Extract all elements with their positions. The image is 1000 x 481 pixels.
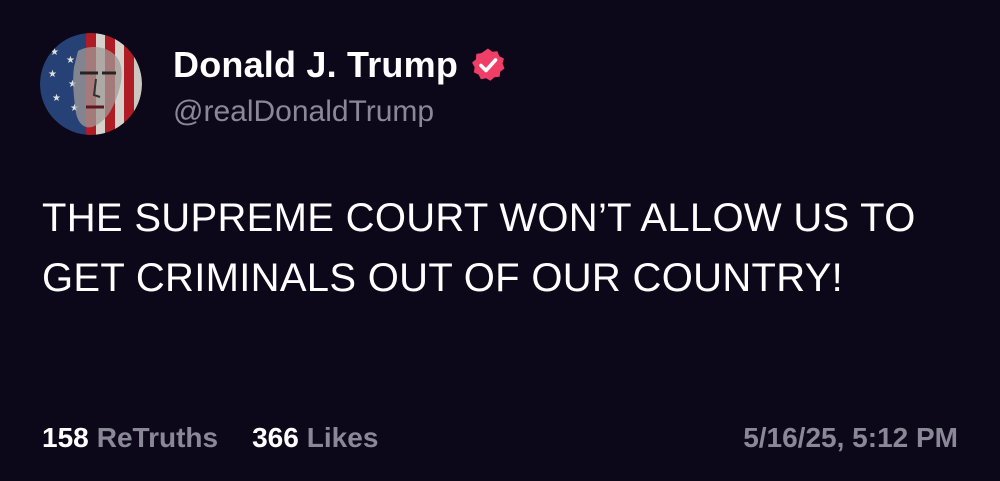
- likes-label: Likes: [306, 422, 379, 453]
- post-footer: 158 ReTruths 366 Likes 5/16/25, 5:12 PM: [42, 418, 958, 458]
- retruths-label: ReTruths: [96, 422, 219, 453]
- avatar-flag-portrait-icon: ★ ★ ★ ★ ★ ★: [40, 33, 142, 135]
- likes-count: 366: [252, 422, 299, 453]
- author-handle[interactable]: @realDonaldTrump: [173, 95, 434, 129]
- retruths-stat[interactable]: 158 ReTruths: [42, 422, 218, 454]
- retruths-count: 158: [42, 422, 89, 453]
- post-text: THE SUPREME COURT WON’T ALLOW US TO GET …: [42, 196, 916, 300]
- author-name-row: Donald J. Trump: [173, 40, 506, 90]
- post-card: ★ ★ ★ ★ ★ ★ Donald J. Trump @realDonaldT…: [0, 0, 1000, 481]
- author-display-name[interactable]: Donald J. Trump: [173, 44, 458, 86]
- verified-badge-icon: [472, 48, 505, 81]
- likes-stat[interactable]: 366 Likes: [252, 422, 378, 454]
- post-timestamp[interactable]: 5/16/25, 5:12 PM: [743, 422, 958, 454]
- avatar[interactable]: ★ ★ ★ ★ ★ ★: [40, 33, 142, 135]
